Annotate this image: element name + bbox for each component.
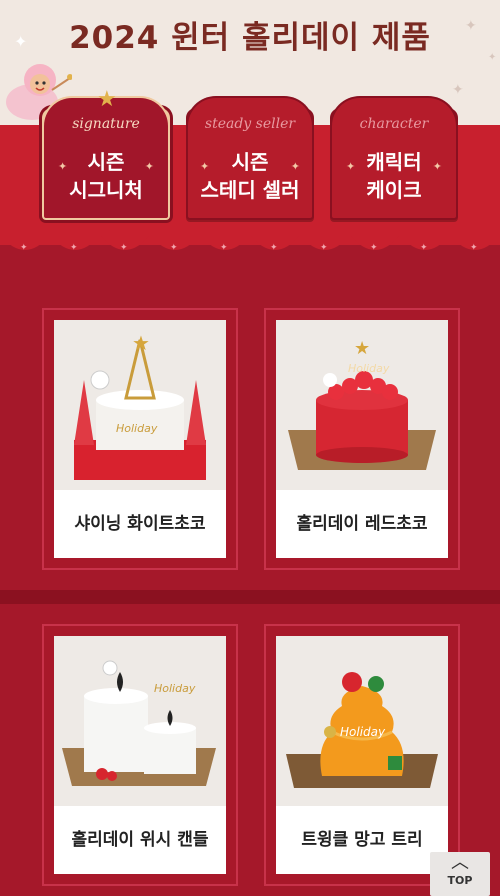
product-card[interactable]: Holiday 홀리데이 위시 캔들	[42, 624, 238, 886]
svg-text:✦: ✦	[270, 243, 278, 253]
tab-label-line1: 시즌	[87, 150, 125, 174]
svg-text:✦: ✦	[420, 243, 428, 253]
tab-sub-label: steady seller	[204, 116, 296, 132]
star-icon: ★	[97, 87, 117, 112]
scroll-to-top-button[interactable]: ︿ TOP	[430, 852, 490, 896]
product-card[interactable]: ★ Holiday 샤이닝 화이트초코	[42, 308, 238, 570]
product-name: 홀리데이 위시 캔들	[71, 830, 209, 850]
product-card[interactable]: ★ Holiday 홀리데이 레드초코	[264, 308, 460, 570]
svg-text:Holiday: Holiday	[348, 362, 390, 375]
svg-text:Holiday: Holiday	[154, 682, 196, 695]
svg-text:✦: ✦	[70, 243, 78, 253]
svg-text:✦: ✦	[220, 243, 228, 253]
tab-signature[interactable]: signature ✦ ✦ 시즌 시그니처	[42, 96, 170, 220]
svg-text:✦: ✦	[170, 243, 178, 253]
tab-character[interactable]: character ✦ ✦ 캐릭터 케이크	[330, 96, 458, 220]
svg-text:★: ★	[354, 338, 370, 359]
tab-sub-label: character	[359, 116, 429, 132]
tab-sub-label: signature	[72, 116, 140, 132]
cake-image: Holiday	[276, 636, 448, 806]
tab-label-line2: 시그니처	[69, 178, 143, 202]
svg-text:★: ★	[132, 331, 150, 355]
cake-image: Holiday	[54, 636, 226, 806]
tab-label-line2: 스테디 셀러	[200, 178, 300, 202]
tab-label-line2: 케이크	[366, 178, 422, 202]
svg-text:✦: ✦	[120, 243, 128, 253]
product-name: 트윙클 망고 트리	[301, 830, 423, 850]
svg-text:✦: ✦	[20, 243, 28, 253]
svg-text:Holiday: Holiday	[340, 725, 386, 739]
tab-label-line1: 시즌	[231, 150, 269, 174]
product-name: 샤이닝 화이트초코	[74, 514, 206, 534]
awning-scallop: ✦ ✦ ✦ ✦ ✦ ✦ ✦ ✦ ✦ ✦	[0, 225, 500, 253]
svg-text:Holiday: Holiday	[116, 422, 158, 435]
tab-steady-seller[interactable]: steady seller ✦ ✦ 시즌 스테디 셀러	[186, 96, 314, 220]
chevron-up-icon: ︿	[451, 852, 469, 873]
svg-text:✦: ✦	[320, 243, 328, 253]
tab-label-line1: 캐릭터	[366, 150, 422, 174]
top-button-label: TOP	[447, 874, 473, 887]
svg-text:✦: ✦	[370, 243, 378, 253]
cake-image: ★ Holiday	[54, 320, 226, 490]
star-icon: ✦	[452, 82, 464, 98]
product-card[interactable]: Holiday 트윙클 망고 트리	[264, 624, 460, 886]
divider	[0, 590, 500, 604]
cake-image: ★ Holiday	[276, 320, 448, 490]
svg-text:✦: ✦	[470, 243, 478, 253]
page-title: 2024 윈터 홀리데이 제품	[69, 20, 431, 56]
product-name: 홀리데이 레드초코	[296, 514, 428, 534]
